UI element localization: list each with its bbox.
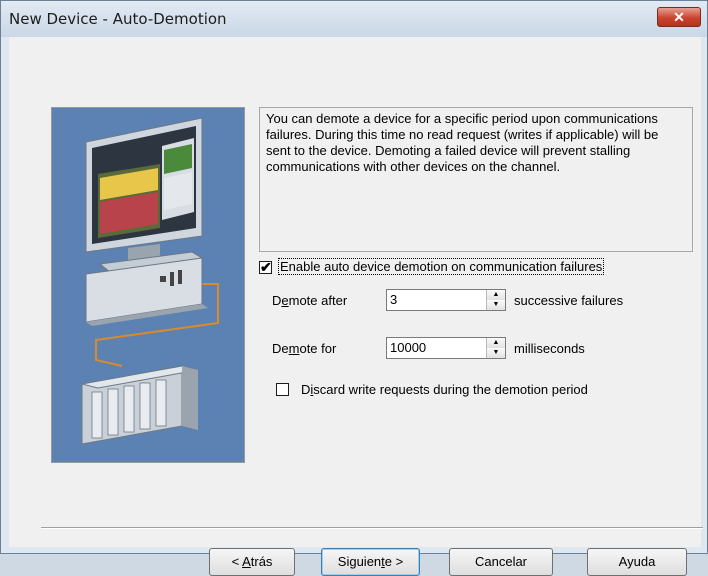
close-button[interactable]: ✕ xyxy=(657,7,701,27)
demote-after-spinner[interactable]: 3 ▲ ▼ xyxy=(386,289,506,311)
dialog-body: You can demote a device for a specific p… xyxy=(9,37,703,576)
cancel-button[interactable]: Cancelar xyxy=(449,548,553,576)
description-box: You can demote a device for a specific p… xyxy=(259,107,693,252)
window-title: New Device - Auto-Demotion xyxy=(9,10,227,28)
enable-demotion-label[interactable]: Enable auto device demotion on communica… xyxy=(278,258,605,275)
demote-for-unit: milliseconds xyxy=(514,341,585,356)
computer-plc-illustration-icon xyxy=(52,108,244,462)
next-button[interactable]: Siguiente > xyxy=(321,548,420,576)
demote-for-value[interactable]: 10000 xyxy=(390,340,426,355)
close-icon: ✕ xyxy=(673,9,685,25)
discard-writes-checkbox[interactable] xyxy=(276,383,289,396)
demote-for-spinner[interactable]: 10000 ▲ ▼ xyxy=(386,337,506,359)
checkmark-icon: ✔ xyxy=(260,259,272,275)
demote-after-value[interactable]: 3 xyxy=(390,292,397,307)
demote-for-spin-buttons: ▲ ▼ xyxy=(486,338,505,358)
discard-writes-label[interactable]: Discard write requests during the demoti… xyxy=(301,382,588,397)
spin-down-arrow-icon[interactable]: ▼ xyxy=(487,300,505,310)
enable-demotion-checkbox[interactable]: ✔ xyxy=(259,259,272,275)
help-button[interactable]: Ayuda xyxy=(587,548,687,576)
footer-separator xyxy=(41,527,703,529)
demote-for-label: Demote for xyxy=(272,341,337,356)
spin-down-arrow-icon[interactable]: ▼ xyxy=(487,348,505,358)
dialog-window: New Device - Auto-Demotion ✕ You can dem… xyxy=(0,0,708,576)
wizard-illustration xyxy=(51,107,245,463)
demote-after-unit: successive failures xyxy=(514,293,624,308)
demote-after-label: Demote after xyxy=(272,293,348,308)
title-bar[interactable]: New Device - Auto-Demotion ✕ xyxy=(1,1,707,37)
back-button[interactable]: < Atrás xyxy=(209,548,295,576)
demote-after-spin-buttons: ▲ ▼ xyxy=(486,290,505,310)
